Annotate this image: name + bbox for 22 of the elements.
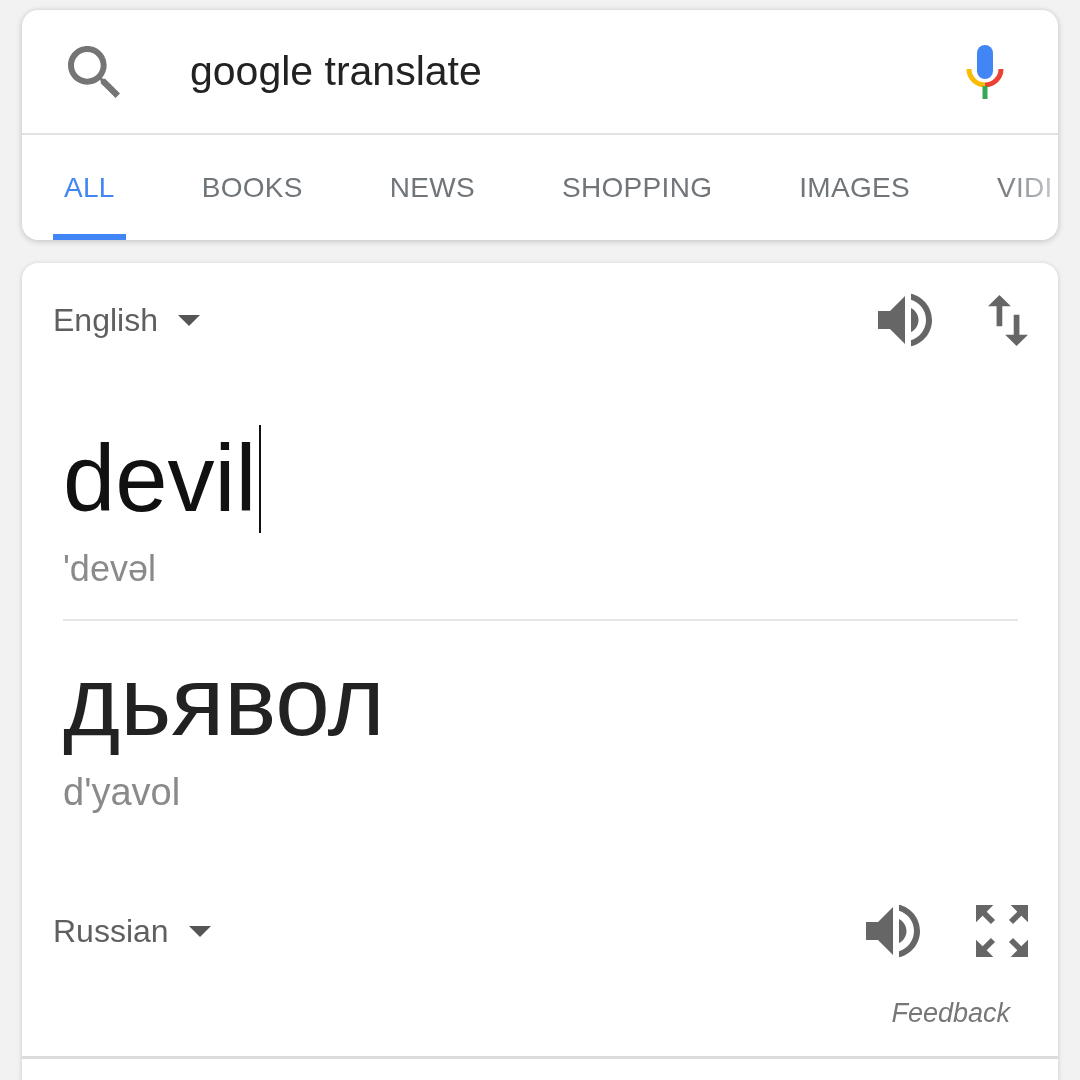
- feedback-link[interactable]: Feedback: [891, 996, 1010, 1030]
- search-tab[interactable]: IMAGES: [788, 135, 921, 240]
- microphone-icon[interactable]: [965, 44, 1005, 99]
- search-tab[interactable]: ALL: [53, 135, 126, 240]
- target-language-selector[interactable]: Russian: [53, 912, 211, 950]
- speaker-icon[interactable]: [878, 293, 932, 347]
- source-text-field[interactable]: devil: [63, 425, 262, 533]
- search-tab[interactable]: SHOPPING: [551, 135, 724, 240]
- search-tab[interactable]: BOOKS: [190, 135, 314, 240]
- dropdown-caret-icon: [177, 314, 200, 326]
- translation-text: дьявол: [63, 645, 385, 758]
- expand-arrows-icon[interactable]: [976, 905, 1028, 957]
- source-language-selector[interactable]: English: [53, 301, 200, 339]
- search-icon[interactable]: [68, 45, 120, 98]
- transliteration-text: d'yavol: [63, 770, 181, 815]
- search-tab[interactable]: NEWS: [378, 135, 487, 240]
- speaker-icon[interactable]: [866, 904, 920, 958]
- swap-arrows-icon[interactable]: [988, 294, 1028, 346]
- pronunciation-text: 'devəl: [63, 547, 156, 590]
- dropdown-caret-icon: [188, 925, 211, 937]
- search-field[interactable]: google translate: [190, 46, 965, 97]
- search-tab[interactable]: VIDI: [985, 135, 1058, 240]
